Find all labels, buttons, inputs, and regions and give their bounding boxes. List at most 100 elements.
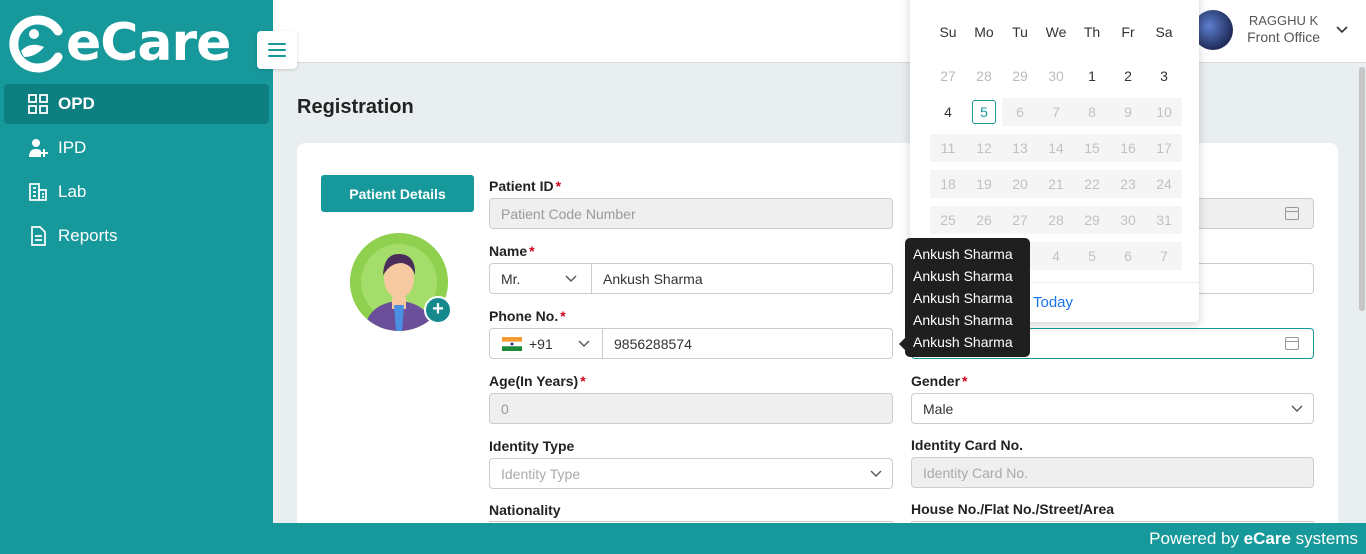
patient-id-field[interactable]: Patient Code Number xyxy=(489,198,893,229)
date-cell: 24 xyxy=(1146,170,1182,198)
india-flag-icon xyxy=(502,336,522,351)
building-icon xyxy=(28,182,48,202)
identity-type-label: Identity Type xyxy=(489,438,575,454)
country-code-select[interactable]: +91 xyxy=(490,329,602,358)
ecare-logo[interactable]: eCare xyxy=(6,10,256,76)
date-cell: 4 xyxy=(1038,242,1074,270)
date-picker-weekdays: Su Mo Tu We Th Fr Sa xyxy=(930,24,1182,40)
weekday-label: Tu xyxy=(1012,24,1028,40)
identity-type-select[interactable]: Identity Type xyxy=(489,458,893,489)
date-cell: 15 xyxy=(1074,134,1110,162)
user-role: Front Office xyxy=(1247,29,1320,46)
date-cell[interactable]: 2 xyxy=(1110,58,1146,94)
age-field[interactable]: 0 xyxy=(489,393,893,424)
date-cell: 19 xyxy=(966,170,1002,198)
sidebar-item-label: OPD xyxy=(58,94,95,113)
identity-card-field[interactable]: Identity Card No. xyxy=(911,457,1314,488)
date-cell: 27 xyxy=(940,68,956,84)
date-cell: 11 xyxy=(930,134,966,162)
user-name: RAGGHU K xyxy=(1248,13,1319,29)
patient-id-label: Patient ID * xyxy=(489,178,562,194)
date-cell: 9 xyxy=(1110,98,1146,126)
date-cell: 29 xyxy=(1074,206,1110,234)
menu-toggle-button[interactable] xyxy=(257,31,297,69)
suggestion-item[interactable]: Ankush Sharma xyxy=(913,309,1030,331)
date-cell: 30 xyxy=(1048,68,1064,84)
sidebar-item-label: Lab xyxy=(58,182,87,201)
date-cell: 16 xyxy=(1110,134,1146,162)
phone-label: Phone No. * xyxy=(489,308,566,324)
date-cell: 14 xyxy=(1038,134,1074,162)
logo-text: eCare xyxy=(66,13,231,73)
date-cell: 20 xyxy=(1002,170,1038,198)
tab-patient-details[interactable]: Patient Details xyxy=(321,175,474,212)
page-scrollbar[interactable] xyxy=(1358,63,1366,523)
gender-select[interactable]: Male xyxy=(911,393,1314,424)
user-menu[interactable]: RAGGHU K Front Office xyxy=(1193,10,1348,50)
today-link[interactable]: Today xyxy=(1033,294,1073,311)
sidebar-item-label: Reports xyxy=(58,226,118,245)
date-cell: 7 xyxy=(1146,242,1182,270)
sidebar-item-ipd[interactable]: IPD xyxy=(4,128,269,168)
weekday-label: Mo xyxy=(974,24,994,40)
date-cell: 25 xyxy=(930,206,966,234)
hamburger-icon xyxy=(268,43,286,45)
weekday-label: Sa xyxy=(1155,24,1173,40)
footer: Powered by eCare systems xyxy=(0,523,1366,554)
sidebar-item-reports[interactable]: Reports xyxy=(4,216,269,256)
suggestion-item[interactable]: Ankush Sharma xyxy=(913,265,1030,287)
sidebar-item-lab[interactable]: Lab xyxy=(4,172,269,212)
age-label: Age(In Years) * xyxy=(489,373,586,389)
sidebar-item-opd[interactable]: OPD xyxy=(4,84,269,124)
add-photo-button[interactable]: + xyxy=(424,296,452,324)
gender-label: Gender * xyxy=(911,373,968,389)
page-title: Registration xyxy=(297,96,414,118)
date-cell: 13 xyxy=(1002,134,1038,162)
top-bar: RAGGHU K Front Office xyxy=(273,0,1366,63)
sidebar-item-label: IPD xyxy=(58,138,87,157)
plus-icon: + xyxy=(432,298,444,320)
date-cell: 7 xyxy=(1038,98,1074,126)
sidebar-nav: OPD IPD Lab Reports xyxy=(4,84,269,260)
date-cell: 8 xyxy=(1074,98,1110,126)
suggestion-item[interactable]: Ankush Sharma xyxy=(913,331,1030,353)
date-cell: 17 xyxy=(1146,134,1182,162)
date-cell: 28 xyxy=(976,68,992,84)
nationality-label: Nationality xyxy=(489,502,561,518)
date-cell: 21 xyxy=(1038,170,1074,198)
chevron-down-icon[interactable] xyxy=(1336,26,1348,34)
name-suggestions-tooltip: Ankush Sharma Ankush Sharma Ankush Sharm… xyxy=(899,238,1030,357)
date-cell: 6 xyxy=(1002,98,1038,126)
suggestion-item[interactable]: Ankush Sharma xyxy=(913,243,1030,265)
date-cell: 27 xyxy=(1002,206,1038,234)
chevron-down-icon xyxy=(578,340,590,347)
document-icon xyxy=(28,226,48,246)
date-cell: 12 xyxy=(966,134,1002,162)
logo-mark-icon xyxy=(9,15,63,73)
date-cell[interactable]: 3 xyxy=(1146,58,1182,94)
grid-icon xyxy=(28,94,48,114)
scrollbar-thumb[interactable] xyxy=(1359,67,1365,311)
date-cell[interactable]: 1 xyxy=(1074,58,1110,94)
user-plus-icon xyxy=(28,138,48,158)
phone-field-group: +91 9856288574 xyxy=(489,328,893,359)
date-cell[interactable]: 5 xyxy=(966,94,1002,130)
name-input[interactable]: Ankush Sharma xyxy=(592,271,892,287)
phone-input[interactable]: 9856288574 xyxy=(603,336,892,352)
name-field-group: Mr. Ankush Sharma xyxy=(489,263,893,294)
chevron-down-icon xyxy=(870,470,882,477)
weekday-label: Th xyxy=(1083,24,1101,40)
date-cell[interactable]: 4 xyxy=(930,94,966,130)
today-date-marker: 5 xyxy=(972,100,996,124)
address-label: House No./Flat No./Street/Area xyxy=(911,501,1115,517)
title-select[interactable]: Mr. xyxy=(490,264,591,293)
suggestion-item[interactable]: Ankush Sharma xyxy=(913,287,1030,309)
name-label: Name * xyxy=(489,243,535,259)
date-cell: 31 xyxy=(1146,206,1182,234)
date-cell: 29 xyxy=(1012,68,1028,84)
calendar-icon xyxy=(1285,207,1299,220)
weekday-label: Su xyxy=(939,24,957,40)
footer-text: Powered by eCare systems xyxy=(1149,529,1358,548)
date-cell: 18 xyxy=(930,170,966,198)
date-cell: 5 xyxy=(1074,242,1110,270)
